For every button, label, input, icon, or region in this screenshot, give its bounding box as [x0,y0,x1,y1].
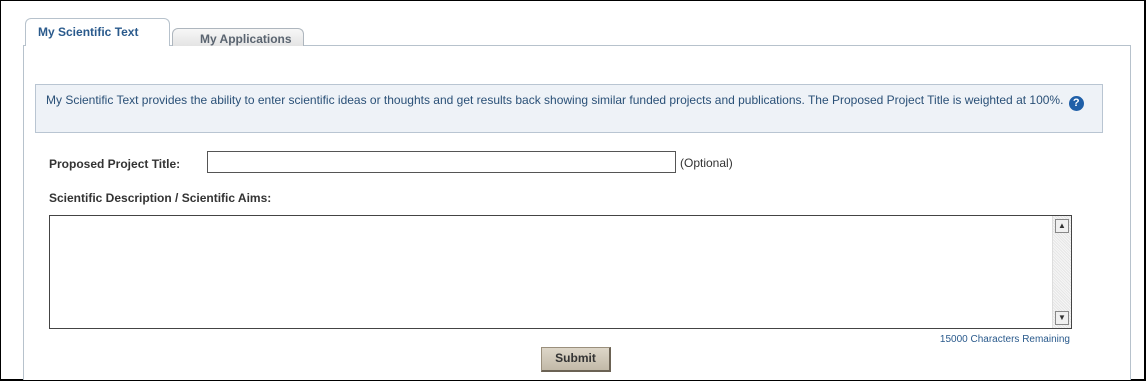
tab-my-scientific-text[interactable]: My Scientific Text [25,18,170,46]
optional-hint: (Optional) [680,156,733,170]
characters-remaining: 15000 Characters Remaining [939,334,1070,345]
scrollbar[interactable]: ▲ ▼ [1052,216,1071,328]
info-box: My Scientific Text provides the ability … [35,84,1103,133]
scientific-description-label: Scientific Description / Scientific Aims… [49,191,272,205]
scientific-description-textarea[interactable] [50,216,1052,328]
info-text: My Scientific Text provides the ability … [46,93,1064,107]
project-title-label: Proposed Project Title: [49,157,181,171]
project-title-input[interactable] [207,151,676,173]
scroll-down-icon[interactable]: ▼ [1055,311,1069,325]
scroll-up-icon[interactable]: ▲ [1055,219,1069,233]
submit-button[interactable]: Submit [541,347,611,372]
tab-my-applications[interactable]: My Applications [172,28,304,46]
help-icon[interactable]: ? [1068,96,1084,111]
scientific-description-field: ▲ ▼ [49,215,1072,329]
tab-label: My Applications [200,32,292,46]
tab-label: My Scientific Text [38,25,139,39]
